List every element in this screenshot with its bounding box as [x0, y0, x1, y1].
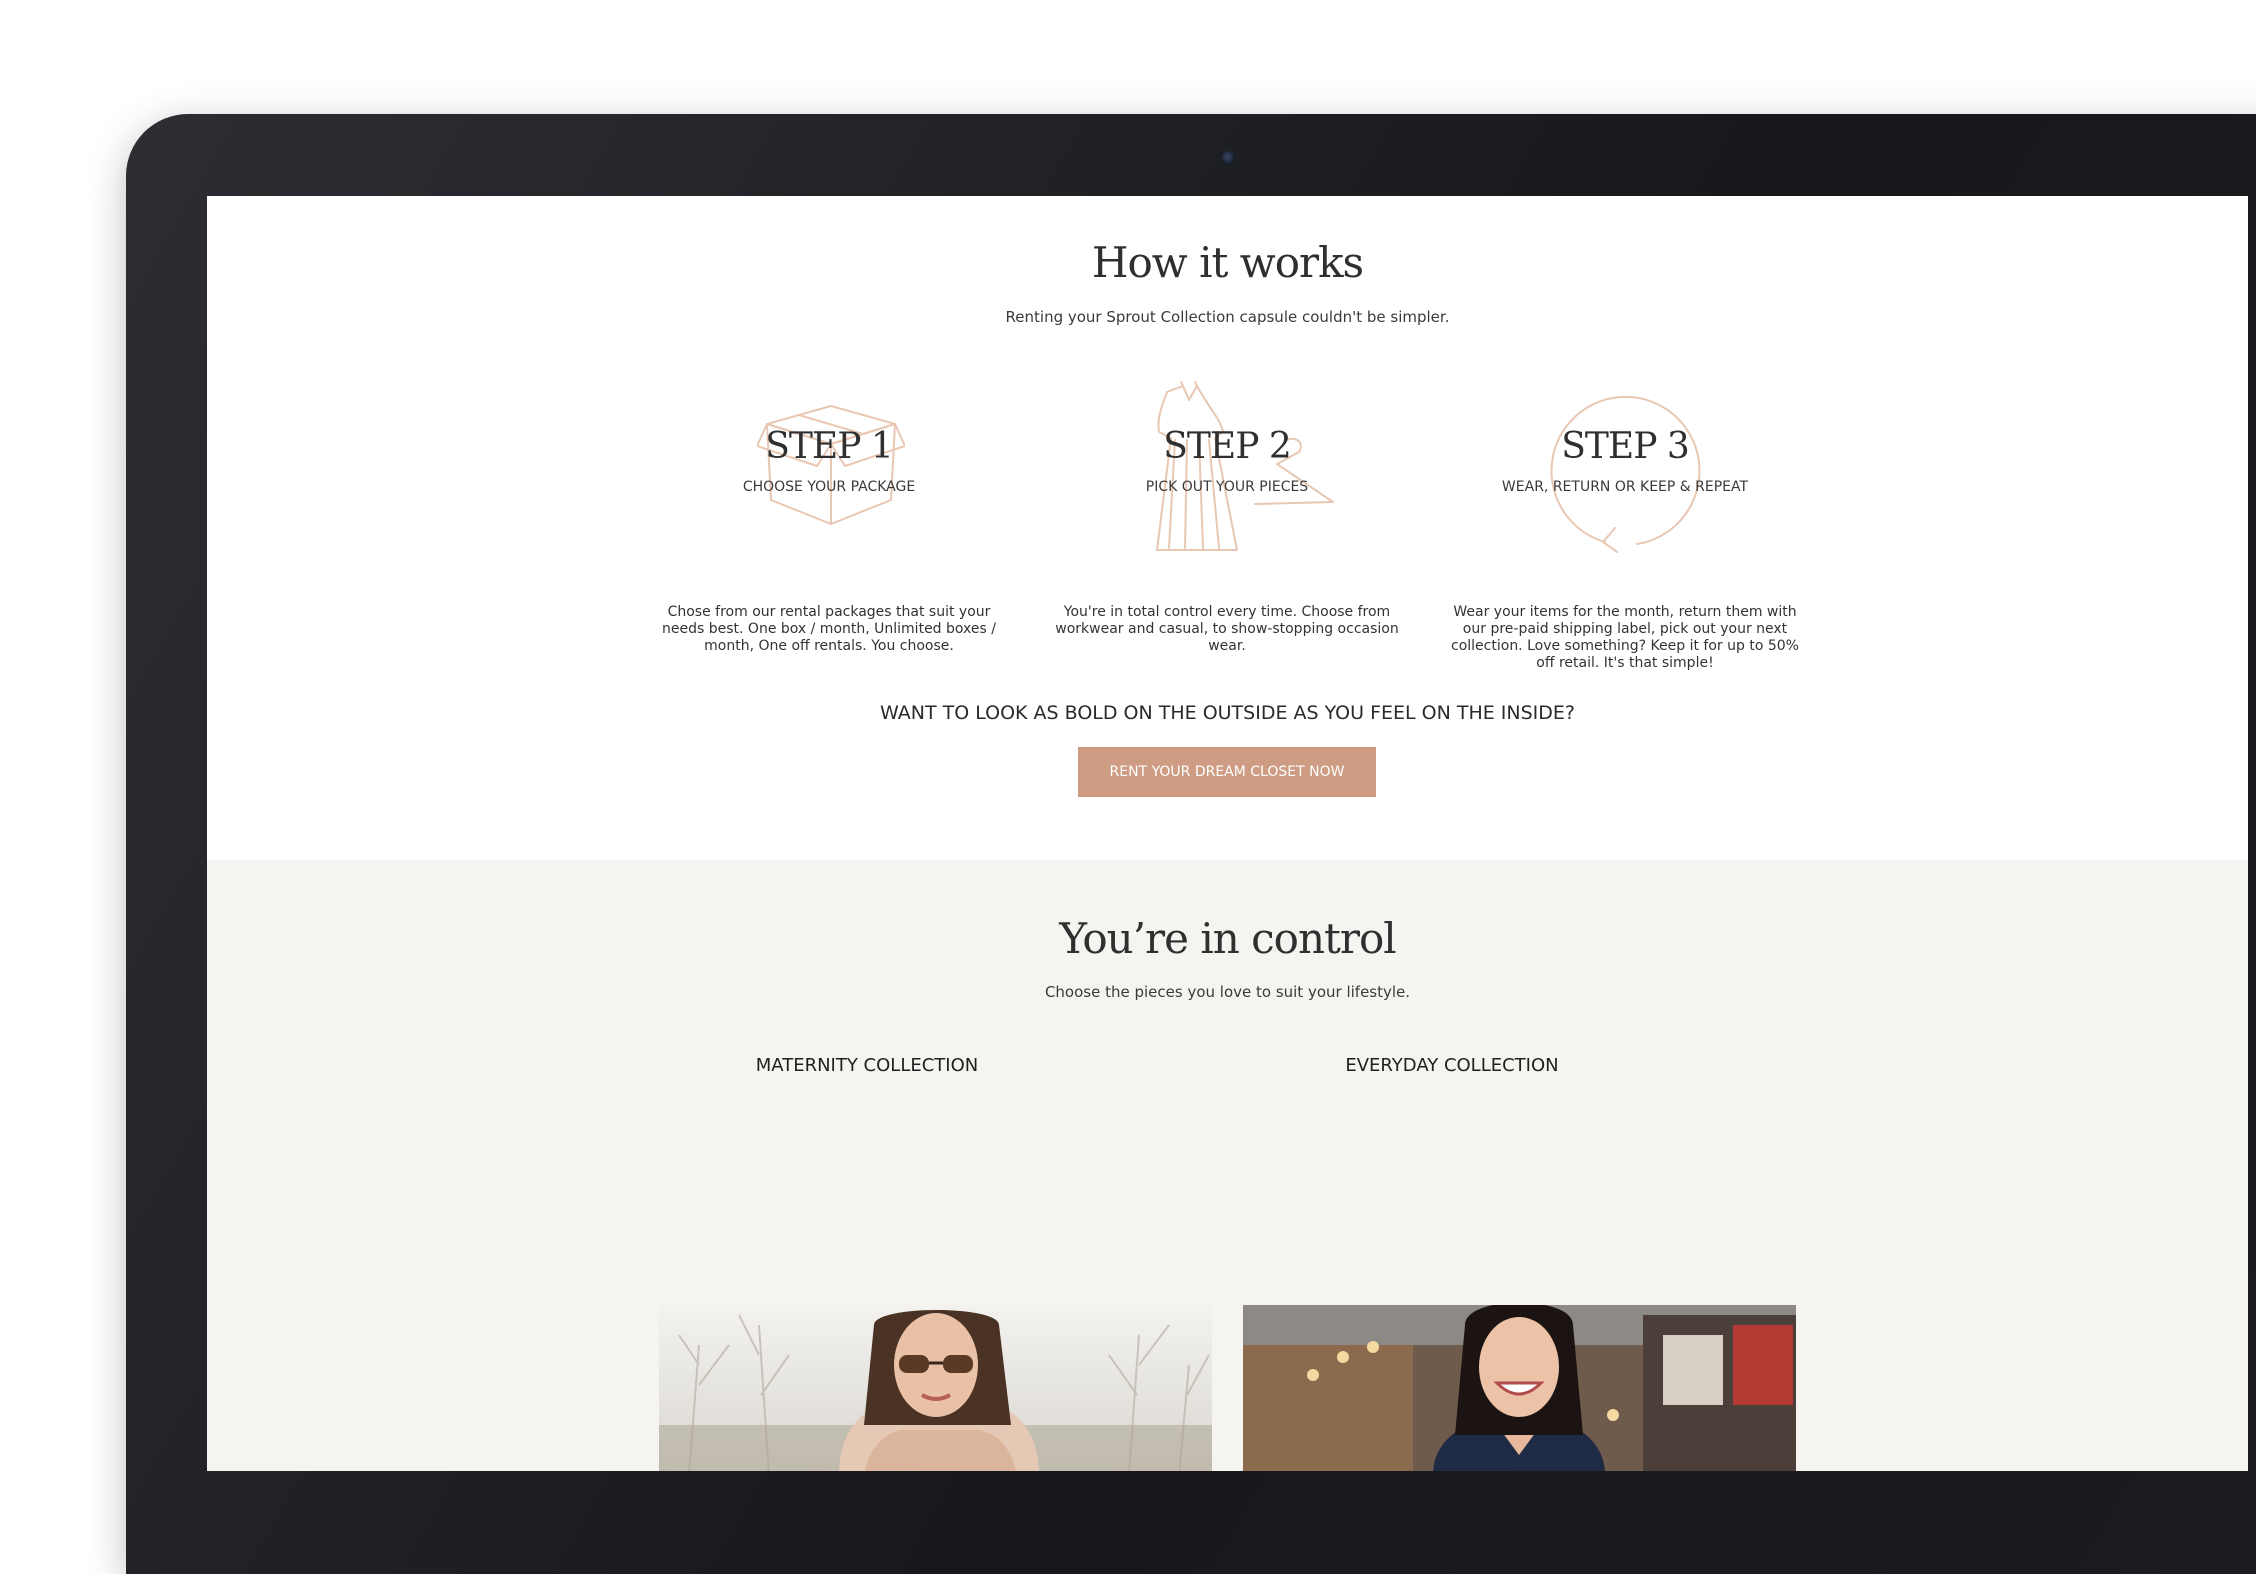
step-2-description-line: You're in total control every time. Choo… — [1063, 604, 1391, 620]
step-1-description: Chose from our rental packages that suit… — [649, 604, 1009, 655]
everyday-collection-link[interactable]: EVERYDAY COLLECTION — [1242, 1055, 1662, 1076]
step-1-heading: STEP 1 — [765, 426, 894, 467]
step-3-description-line: Wear your items for the month, return th… — [1453, 604, 1797, 620]
step-1-description-line: Chose from our rental packages that suit… — [667, 604, 991, 620]
in-control-title: You’re in control — [1059, 914, 1396, 963]
maternity-collection-image[interactable] — [659, 1305, 1212, 1471]
step-2-description: You're in total control every time. Choo… — [1047, 604, 1407, 655]
how-it-works-subtitle: Renting your Sprout Collection capsule c… — [1005, 308, 1450, 326]
how-it-works-section: How it works Renting your Sprout Collect… — [207, 196, 2248, 860]
step-3-subheading: WEAR, RETURN OR KEEP & REPEAT — [1501, 479, 1749, 495]
rent-dream-closet-button[interactable]: RENT YOUR DREAM CLOSET NOW — [1078, 747, 1376, 797]
webcam — [1222, 151, 1236, 165]
cta-question: WANT TO LOOK AS BOLD ON THE OUTSIDE AS Y… — [880, 702, 1575, 724]
step-1: STEP 1 CHOOSE YOUR PACKAGE Chose from ou… — [649, 386, 1009, 666]
step-2-subheading: PICK OUT YOUR PIECES — [1145, 479, 1309, 495]
cycle-arrow-icon — [1550, 395, 1701, 553]
step-2-description-line: workwear and casual, to show-stopping oc… — [1055, 621, 1399, 637]
maternity-model-image — [659, 1305, 1212, 1471]
step-2-description-line: wear. — [1208, 638, 1246, 654]
step-3: STEP 3 WEAR, RETURN OR KEEP & REPEAT Wea… — [1445, 386, 1805, 671]
in-control-section: You’re in control Choose the pieces you … — [207, 860, 2248, 1471]
dress-icon — [1156, 381, 1334, 551]
step-3-heading: STEP 3 — [1561, 426, 1690, 467]
step-1-subheading: CHOOSE YOUR PACKAGE — [742, 479, 916, 495]
how-it-works-title: How it works — [1091, 238, 1364, 287]
step-2-heading: STEP 2 — [1163, 426, 1292, 467]
step-3-description-line: our pre-paid shipping label, pick out yo… — [1462, 621, 1788, 637]
step-1-description-line: needs best. One box / month, Unlimited b… — [662, 621, 996, 637]
step-3-description-line: collection. Love something? Keep it for … — [1451, 638, 1799, 654]
everyday-collection-image[interactable] — [1243, 1305, 1796, 1471]
browser-viewport: How it works Renting your Sprout Collect… — [207, 196, 2248, 1471]
step-1-description-line: month, One off rentals. You choose. — [704, 638, 954, 654]
step-3-description-line: off retail. It's that simple! — [1536, 655, 1714, 671]
step-3-description: Wear your items for the month, return th… — [1445, 604, 1805, 672]
everyday-model-image — [1243, 1305, 1796, 1471]
in-control-subtitle: Choose the pieces you love to suit your … — [1044, 983, 1411, 1001]
step-2: STEP 2 PICK OUT YOUR PIECES You're in to… — [1047, 381, 1407, 666]
maternity-collection-link[interactable]: MATERNITY COLLECTION — [657, 1055, 1077, 1076]
